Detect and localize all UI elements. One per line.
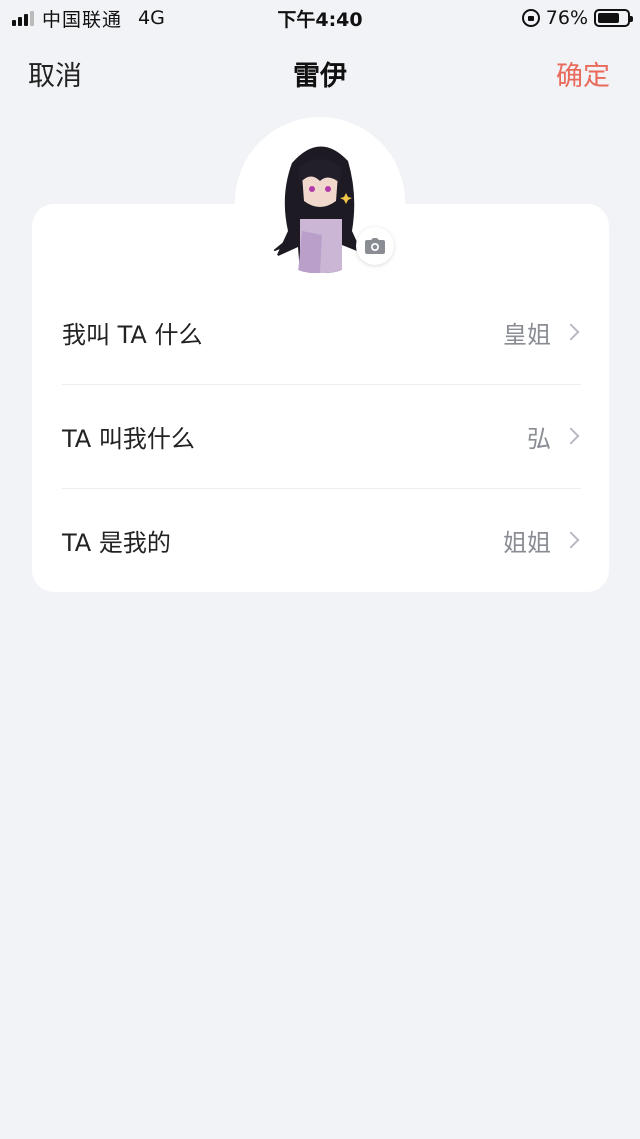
network-type: 4G — [138, 7, 165, 29]
nav-bar: 取消 雷伊 确定 — [0, 48, 640, 98]
cancel-button[interactable]: 取消 — [28, 54, 82, 93]
camera-icon — [365, 238, 385, 254]
carrier-name: 中国联通 — [42, 8, 123, 31]
battery-percent: 76% — [545, 7, 588, 29]
row-value: 姐姐 — [503, 528, 551, 557]
relation-list: 我叫 TA 什么 皇姐 TA 叫我什么 弘 TA 是我的 姐姐 — [32, 280, 609, 592]
chevron-right-icon — [562, 427, 580, 445]
row-ta-is-my[interactable]: TA 是我的 姐姐 — [32, 488, 609, 592]
status-bar: 中国联通 4G 下午4:40 76% — [0, 0, 640, 36]
signal-icon — [12, 10, 34, 26]
camera-button[interactable] — [356, 227, 394, 265]
row-value: 弘 — [527, 424, 551, 453]
row-label: TA 叫我什么 — [62, 424, 195, 453]
row-label: TA 是我的 — [62, 528, 171, 557]
row-i-call-ta[interactable]: 我叫 TA 什么 皇姐 — [32, 280, 609, 384]
confirm-button[interactable]: 确定 — [556, 54, 610, 93]
row-ta-calls-me[interactable]: TA 叫我什么 弘 — [32, 384, 609, 488]
row-label: 我叫 TA 什么 — [62, 320, 203, 349]
rotation-lock-icon — [521, 9, 540, 27]
page-title: 雷伊 — [293, 60, 347, 92]
battery-icon — [594, 9, 633, 27]
row-value: 皇姐 — [503, 320, 551, 349]
chevron-right-icon — [562, 531, 580, 549]
chevron-right-icon — [562, 323, 580, 341]
